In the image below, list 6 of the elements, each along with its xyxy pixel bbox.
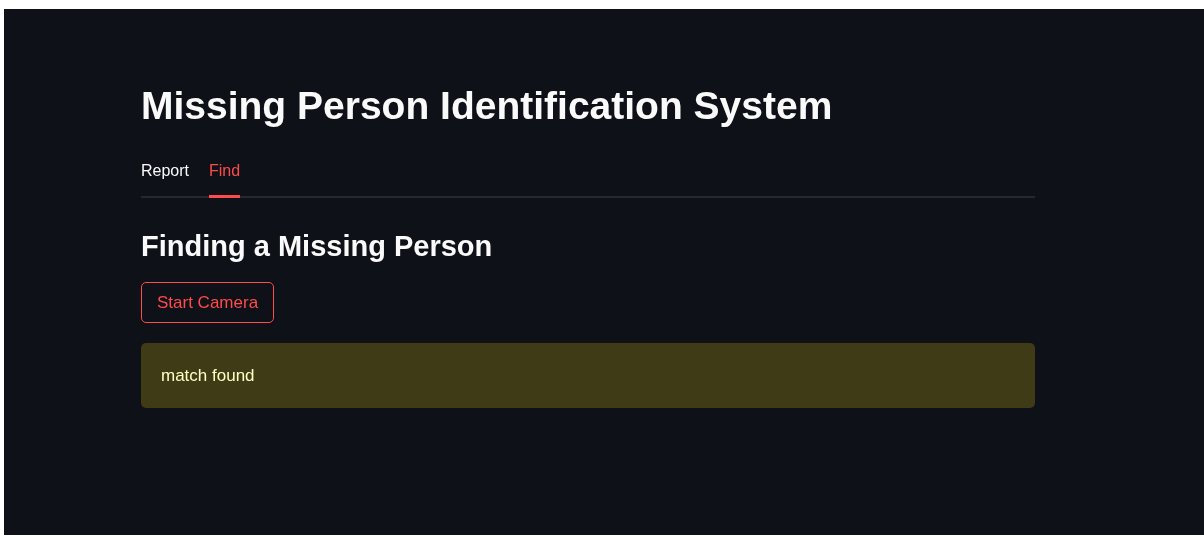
page-title: Missing Person Identification System: [141, 83, 834, 129]
section-heading: Finding a Missing Person: [141, 229, 494, 264]
tab[interactable]: Find: [209, 159, 241, 198]
tab[interactable]: Report: [141, 159, 190, 198]
alert-text: match found: [161, 365, 255, 386]
start-camera-button[interactable]: Start Camera: [141, 282, 275, 323]
